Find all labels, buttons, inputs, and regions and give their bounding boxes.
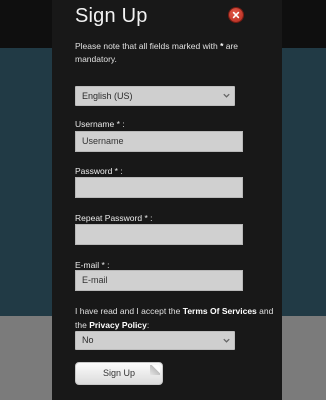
language-select-value: English (US) [82, 91, 133, 101]
repeat-password-input[interactable] [75, 224, 243, 245]
chevron-down-icon [223, 338, 230, 343]
note-text-start: Please note that all fields marked with [75, 41, 218, 51]
modal-title: Sign Up [75, 5, 148, 27]
email-input[interactable]: E-mail [75, 270, 243, 291]
signup-button-label: Sign Up [102, 368, 136, 378]
email-placeholder: E-mail [82, 275, 108, 285]
username-label: Username * : [75, 119, 125, 129]
terms-of-service-link[interactable]: Terms Of Services [183, 306, 257, 316]
terms-text-start: I have read and I accept the [75, 306, 181, 316]
privacy-policy-link[interactable]: Privacy Policy [89, 320, 147, 330]
username-input[interactable]: Username [75, 131, 243, 152]
chevron-down-icon [223, 93, 230, 98]
privacy-select-value: No [82, 335, 94, 345]
password-label: Password * : [75, 166, 123, 176]
privacy-accept-select[interactable]: No [75, 331, 235, 350]
username-placeholder: Username [82, 136, 124, 146]
email-label: E-mail * : [75, 260, 110, 270]
mandatory-note: Please note that all fields marked with … [75, 40, 275, 66]
terms-text: I have read and I accept the Terms Of Se… [75, 304, 285, 332]
note-star: * [220, 41, 224, 51]
page-curl-decoration [150, 365, 160, 375]
close-icon[interactable] [229, 8, 243, 22]
repeat-password-label: Repeat Password * : [75, 213, 153, 223]
signup-button[interactable]: Sign Up [75, 362, 163, 385]
language-select[interactable]: English (US) [75, 86, 235, 106]
password-input[interactable] [75, 177, 243, 198]
signup-modal: Sign Up Please note that all fields mark… [52, 0, 282, 400]
terms-text-end: : [146, 320, 150, 331]
